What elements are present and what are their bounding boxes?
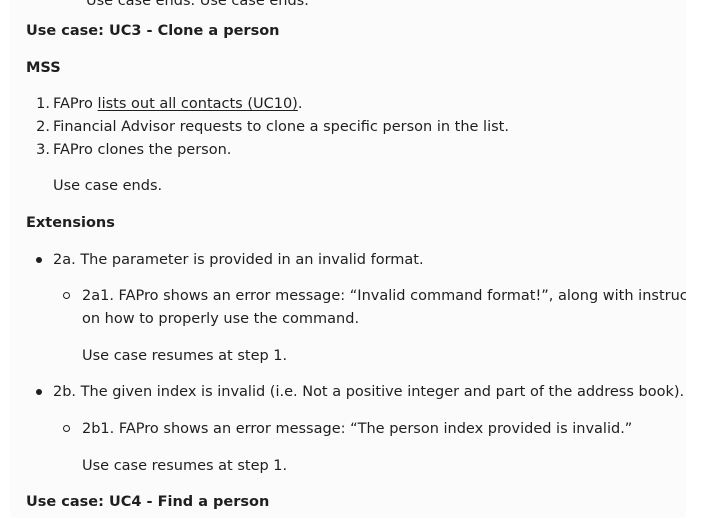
extension-2a1-line1: 2a1. FAPro shows an error message: “Inva… — [82, 288, 686, 304]
uc3-title: Use case: UC3 - Clone a person — [26, 23, 280, 39]
step-number: 3. — [36, 142, 50, 158]
bullet-disc-icon — [36, 257, 42, 263]
mss-heading: MSS — [26, 60, 61, 76]
use-case-ends: Use case ends. — [53, 178, 163, 194]
extension-2b-resume: Use case resumes at step 1. — [82, 458, 288, 474]
extension-2b1-line1: 2b1. FAPro shows an error message: “The … — [82, 421, 633, 437]
bullet-circle-icon — [63, 292, 70, 299]
step-1: FAPro lists out all contacts (UC10). — [53, 94, 302, 114]
extensions-heading: Extensions — [26, 215, 115, 231]
uc4-title: Use case: UC4 - Find a person — [26, 494, 270, 510]
step-number: 1. — [36, 96, 50, 112]
extension-2b: 2b. The given index is invalid (i.e. Not… — [53, 384, 685, 400]
extension-2a: 2a. The parameter is provided in an inva… — [53, 252, 424, 268]
step-3: FAPro clones the person. — [53, 142, 232, 158]
step-1-pre: FAPro — [53, 96, 98, 112]
list-contacts-link[interactable]: lists out all contacts (UC10) — [98, 96, 298, 112]
extension-2a1-line2: on how to properly use the command. — [82, 311, 360, 327]
bullet-circle-icon — [63, 425, 70, 432]
partial-top-text: Use case ends. Use case ends. — [86, 0, 309, 9]
bullet-disc-icon — [36, 389, 42, 395]
document-page: Use case ends. Use case ends. Use case: … — [10, 0, 686, 518]
step-1-post: . — [297, 96, 303, 112]
extension-2a-resume: Use case resumes at step 1. — [82, 348, 288, 364]
step-2: Financial Advisor requests to clone a sp… — [53, 119, 509, 135]
step-number: 2. — [36, 119, 50, 135]
